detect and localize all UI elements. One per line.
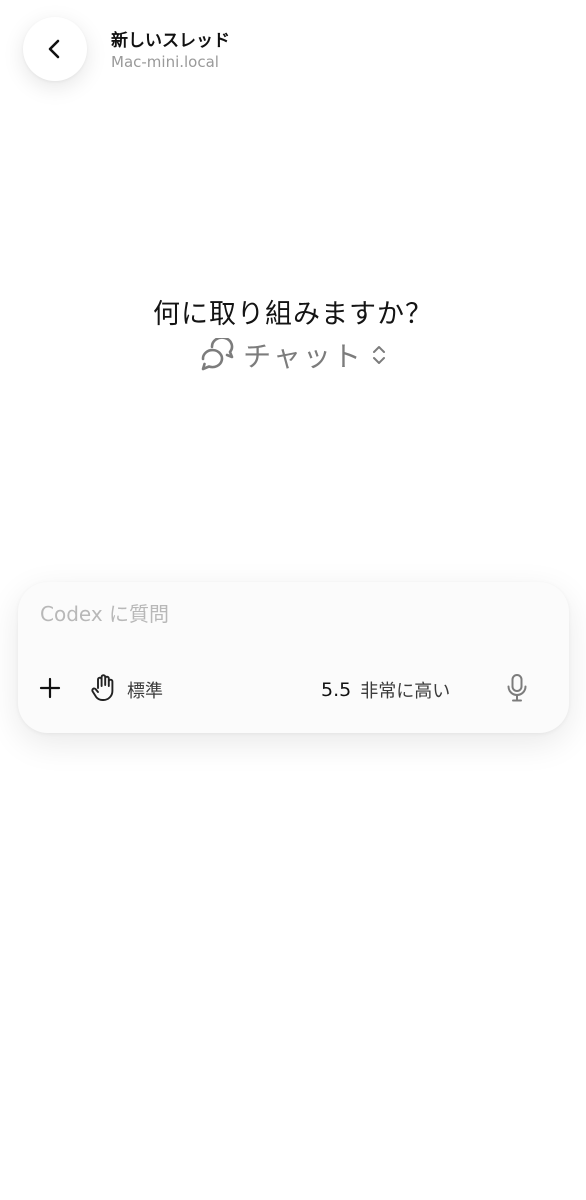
hand-icon (90, 673, 118, 707)
plus-icon (39, 677, 61, 703)
back-button[interactable] (23, 17, 87, 81)
prompt-heading: 何に取り組みますか？ (153, 299, 433, 330)
message-input[interactable] (40, 598, 540, 630)
permission-mode-label: 標準 (127, 681, 163, 702)
mode-label: チャット (243, 340, 363, 373)
reasoning-effort-label: 非常に高い (360, 681, 451, 702)
model-selector-button[interactable]: 5.5 非常に高い (321, 675, 450, 705)
add-attachment-button[interactable] (37, 677, 63, 703)
thread-title: 新しいスレッド (111, 31, 230, 51)
permission-mode-button[interactable]: 標準 (90, 673, 163, 707)
voice-input-button[interactable] (502, 674, 532, 706)
chevron-left-icon (44, 38, 66, 60)
host-name: Mac-mini.local (111, 53, 219, 71)
composer: 標準 5.5 非常に高い (18, 582, 569, 733)
microphone-icon (505, 673, 529, 707)
header: 新しいスレッド Mac-mini.local (0, 0, 586, 110)
mode-selector[interactable]: チャット (0, 335, 586, 375)
new-thread-screen: 新しいスレッド Mac-mini.local 何に取り組みますか？ チャット C… (0, 0, 586, 1200)
chevron-up-down-icon (371, 344, 387, 366)
chat-bubbles-icon (199, 338, 235, 372)
model-version: 5.5 (321, 679, 352, 701)
